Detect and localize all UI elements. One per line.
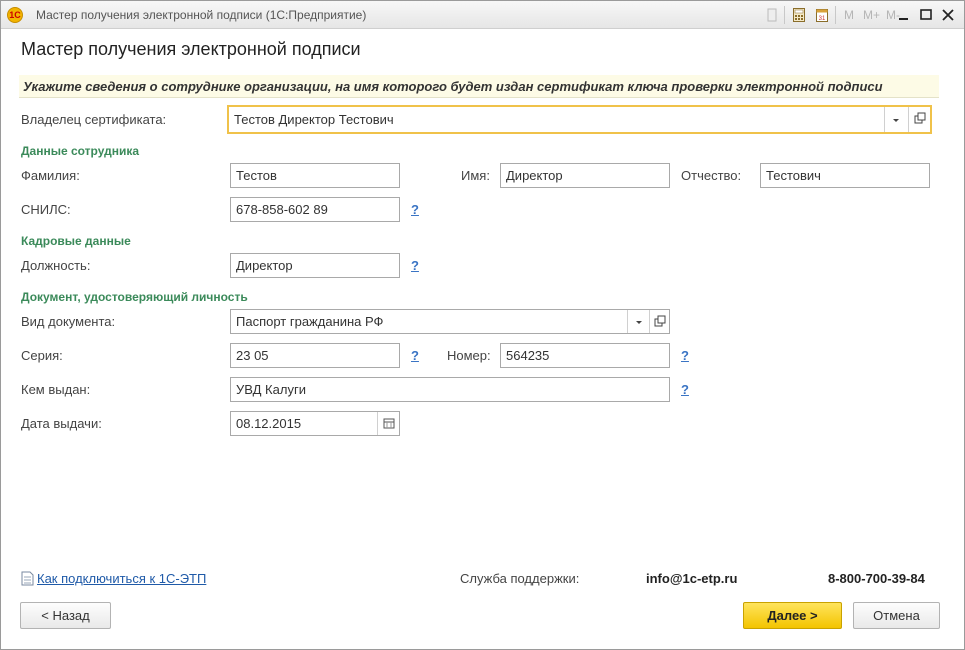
open-button[interactable] [649, 310, 669, 333]
snils-help-link[interactable]: ? [411, 202, 419, 217]
series-help-link[interactable]: ? [411, 348, 419, 363]
middlename-label: Отчество: [681, 168, 742, 183]
how-to-connect-link[interactable]: Как подключиться к 1С-ЭТП [37, 571, 206, 586]
dropdown-button[interactable] [627, 310, 649, 333]
snils-field[interactable]: 678-858-602 89 [230, 197, 400, 222]
print-icon[interactable] [766, 8, 778, 22]
memory-plus-button[interactable]: M+ [863, 8, 880, 22]
issuer-label: Кем выдан: [21, 382, 91, 397]
firstname-label: Имя: [461, 168, 490, 183]
firstname-field[interactable]: Директор [500, 163, 670, 188]
open-button[interactable] [908, 107, 930, 132]
toolbar-separator [835, 6, 836, 24]
number-help-link[interactable]: ? [681, 348, 689, 363]
owner-value: Тестов Директор Тестович [234, 112, 394, 127]
svg-text:31: 31 [819, 16, 826, 22]
owner-label: Владелец сертификата: [21, 112, 167, 127]
issuer-field[interactable]: УВД Калуги [230, 377, 670, 402]
back-button[interactable]: < Назад [20, 602, 111, 629]
next-button[interactable]: Далее > [743, 602, 842, 629]
maximize-icon[interactable] [917, 6, 935, 24]
issuer-help-link[interactable]: ? [681, 382, 689, 397]
title-bar: 1С Мастер получения электронной подписи … [1, 1, 964, 29]
lastname-field[interactable]: Тестов [230, 163, 400, 188]
close-icon[interactable] [939, 6, 957, 24]
series-label: Серия: [21, 348, 63, 363]
minimize-icon[interactable] [895, 6, 913, 24]
middlename-field[interactable]: Тестович [760, 163, 930, 188]
document-type-value: Паспорт гражданина РФ [236, 314, 384, 329]
calendar-icon[interactable]: 31 [816, 8, 828, 22]
app-logo-icon: 1С [7, 7, 23, 23]
series-field[interactable]: 23 05 [230, 343, 400, 368]
issue-date-label: Дата выдачи: [21, 416, 102, 431]
support-email: info@1c-etp.ru [646, 571, 738, 586]
document-icon [21, 571, 34, 586]
memory-button[interactable]: M [844, 8, 854, 22]
position-field[interactable]: Директор [230, 253, 400, 278]
issue-date-field[interactable]: 08.12.2015 [230, 411, 400, 436]
lastname-label: Фамилия: [21, 168, 80, 183]
snils-label: СНИЛС: [21, 202, 71, 217]
support-label: Служба поддержки: [460, 571, 580, 586]
instruction-text: Укажите сведения о сотруднике организаци… [23, 79, 883, 94]
certificate-owner-field[interactable]: Тестов Директор Тестович [227, 105, 932, 134]
calendar-icon[interactable] [377, 412, 399, 435]
position-help-link[interactable]: ? [411, 258, 419, 273]
wizard-window: 1С Мастер получения электронной подписи … [0, 0, 965, 650]
support-phone: 8-800-700-39-84 [828, 571, 925, 586]
issue-date-value: 08.12.2015 [236, 416, 302, 431]
hr-section-heading: Кадровые данные [21, 234, 131, 248]
doc-type-label: Вид документа: [21, 314, 116, 329]
document-section-heading: Документ, удостоверяющий личность [21, 290, 248, 304]
toolbar-separator [784, 6, 785, 24]
page-title: Мастер получения электронной подписи [21, 39, 361, 59]
window-title: Мастер получения электронной подписи (1С… [36, 8, 367, 22]
calculator-icon[interactable] [793, 8, 805, 22]
number-label: Номер: [447, 348, 491, 363]
number-field[interactable]: 564235 [500, 343, 670, 368]
employee-section-heading: Данные сотрудника [21, 144, 140, 158]
instruction-banner: Укажите сведения о сотруднике организаци… [19, 75, 939, 98]
document-type-field[interactable]: Паспорт гражданина РФ [230, 309, 670, 334]
dropdown-button[interactable] [884, 107, 906, 132]
cancel-button[interactable]: Отмена [853, 602, 940, 629]
position-label: Должность: [21, 258, 91, 273]
